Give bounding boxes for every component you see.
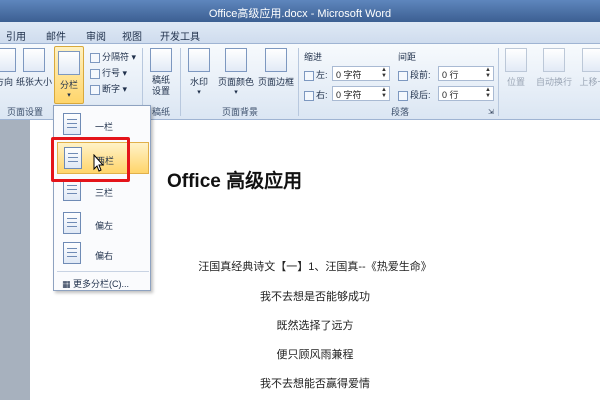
columns-label: 分栏 (59, 80, 78, 90)
spinner-arrows-icon[interactable]: ▲ ▼ (484, 87, 492, 99)
wrap-label: 自动换行 (535, 77, 572, 87)
break-icon (90, 52, 100, 63)
wrap-text-button[interactable]: 自动换行 (534, 48, 574, 88)
wrap-text-icon (543, 48, 565, 72)
indent-right-label: 右: (304, 88, 328, 101)
indent-left-input[interactable]: 0 字符 ▲ ▼ (332, 66, 390, 81)
watermark-button[interactable]: 水印 ▾ (184, 48, 214, 96)
orientation-icon (0, 48, 16, 72)
menu-divider (57, 271, 149, 272)
dialog-launcher-icon[interactable]: ⇲ (488, 108, 494, 116)
window-title: Office高级应用.docx - Microsoft Word (208, 8, 392, 20)
spinner-arrows-icon[interactable]: ▲ ▼ (380, 87, 388, 99)
highlight-box (51, 137, 130, 182)
tab-developer[interactable]: 开发工具 (160, 28, 200, 43)
option-label: 三栏 (95, 188, 114, 198)
chevron-down-icon: ▾ (234, 89, 238, 96)
more-columns-label: 更多分栏(C)... (73, 279, 130, 289)
draft-group-label: 稿纸 (151, 107, 170, 117)
mouse-cursor-icon (93, 154, 105, 172)
chevron-down-icon: ▾ (197, 89, 201, 96)
columns-button[interactable]: 分栏 ▾ (54, 46, 84, 104)
document-line: 既然选择了远方 (276, 320, 354, 332)
hyphenation-button[interactable]: 断字 ▾ (90, 82, 127, 95)
bring-forward-icon (582, 48, 600, 72)
spacing-title: 间距 (398, 52, 417, 62)
document-title: Office 高级应用 (167, 171, 303, 192)
left-column-icon (63, 212, 81, 234)
spacing-before-input[interactable]: 0 行 ▲ ▼ (438, 66, 494, 81)
columns-grid-icon: ▦ (62, 279, 71, 289)
line-numbers-label: 行号 (102, 68, 121, 78)
one-column-icon (63, 113, 81, 135)
size-button[interactable]: 纸张大小 (16, 48, 52, 88)
watermark-icon (188, 48, 210, 72)
option-label: 偏右 (95, 251, 114, 261)
orientation-label: 方向 (0, 77, 13, 87)
position-icon (505, 48, 527, 72)
document-line: 便只顾风雨兼程 (276, 349, 354, 361)
tab-references[interactable]: 引用 (6, 28, 26, 43)
orientation-button[interactable]: 方向 (0, 48, 16, 88)
group-divider (180, 48, 181, 116)
spacing-before-label: 段前: (398, 68, 431, 81)
indent-right-input[interactable]: 0 字符 ▲ ▼ (332, 86, 390, 101)
tab-mailings[interactable]: 邮件 (46, 28, 66, 43)
more-columns-item[interactable]: ▦ 更多分栏(C)... (62, 277, 129, 290)
page-border-icon (265, 48, 287, 72)
spacing-after-icon (398, 90, 408, 101)
tab-review[interactable]: 审阅 (86, 28, 106, 43)
bring-forward-button[interactable]: 上移一 (576, 48, 600, 88)
indent-title: 缩进 (304, 52, 323, 62)
option-label: 偏左 (95, 221, 114, 231)
columns-option-left[interactable]: 偏左 (57, 208, 149, 240)
hyphenation-icon (90, 84, 100, 95)
columns-dropdown: 一栏 两栏 三栏 偏左 偏右 ▦ 更多分栏(C)... (53, 105, 151, 291)
three-columns-icon (63, 179, 81, 201)
group-divider (298, 48, 299, 116)
bring-forward-label: 上移一 (579, 77, 600, 87)
indent-right-icon (304, 90, 314, 101)
page-border-label: 页面边框 (257, 77, 294, 87)
watermark-label: 水印 (189, 77, 208, 87)
paint-bucket-icon (225, 48, 247, 72)
separator-label: 分隔符 (102, 52, 130, 62)
position-button[interactable]: 位置 (502, 48, 530, 88)
line-numbers-icon (90, 68, 100, 79)
page-border-button[interactable]: 页面边框 (256, 48, 296, 88)
indent-left-label: 左: (304, 68, 328, 81)
spinner-arrows-icon[interactable]: ▲ ▼ (380, 67, 388, 79)
line-numbers-button[interactable]: 行号 ▾ (90, 66, 127, 79)
right-column-icon (63, 242, 81, 264)
title-bar: Office高级应用.docx - Microsoft Word (0, 0, 600, 22)
draft-paper-icon (150, 48, 172, 72)
spacing-after-input[interactable]: 0 行 ▲ ▼ (438, 86, 494, 101)
page-setup-group-label: 页面设置 (6, 107, 43, 117)
page-color-label: 页面颜色 (217, 77, 254, 87)
columns-option-right[interactable]: 偏右 (57, 238, 149, 270)
page-color-button[interactable]: 页面颜色 ▾ (216, 48, 256, 96)
paper-size-icon (23, 48, 45, 72)
group-divider (498, 48, 499, 116)
separator-button[interactable]: 分隔符 ▾ (90, 50, 136, 63)
paragraph-group-label: 段落 (390, 107, 409, 117)
hyphenation-label: 断字 (102, 84, 121, 94)
draft-label: 稿纸设置 (151, 75, 170, 96)
draft-paper-button[interactable]: 稿纸设置 (146, 48, 176, 97)
indent-left-icon (304, 70, 314, 81)
position-label: 位置 (506, 77, 525, 87)
background-group-label: 页面背景 (221, 107, 258, 117)
chevron-down-icon: ▾ (67, 92, 71, 99)
spinner-arrows-icon[interactable]: ▲ ▼ (484, 67, 492, 79)
spacing-before-icon (398, 70, 408, 81)
left-margin (0, 120, 30, 400)
spacing-after-label: 段后: (398, 88, 431, 101)
columns-icon (58, 51, 80, 75)
size-label: 纸张大小 (16, 77, 53, 87)
document-line: 我不去想能否赢得爱情 (260, 378, 370, 390)
tab-view[interactable]: 视图 (122, 28, 142, 43)
ribbon-tabs: 引用 邮件 审阅 视图 开发工具 (0, 22, 600, 44)
option-label: 一栏 (95, 122, 114, 132)
